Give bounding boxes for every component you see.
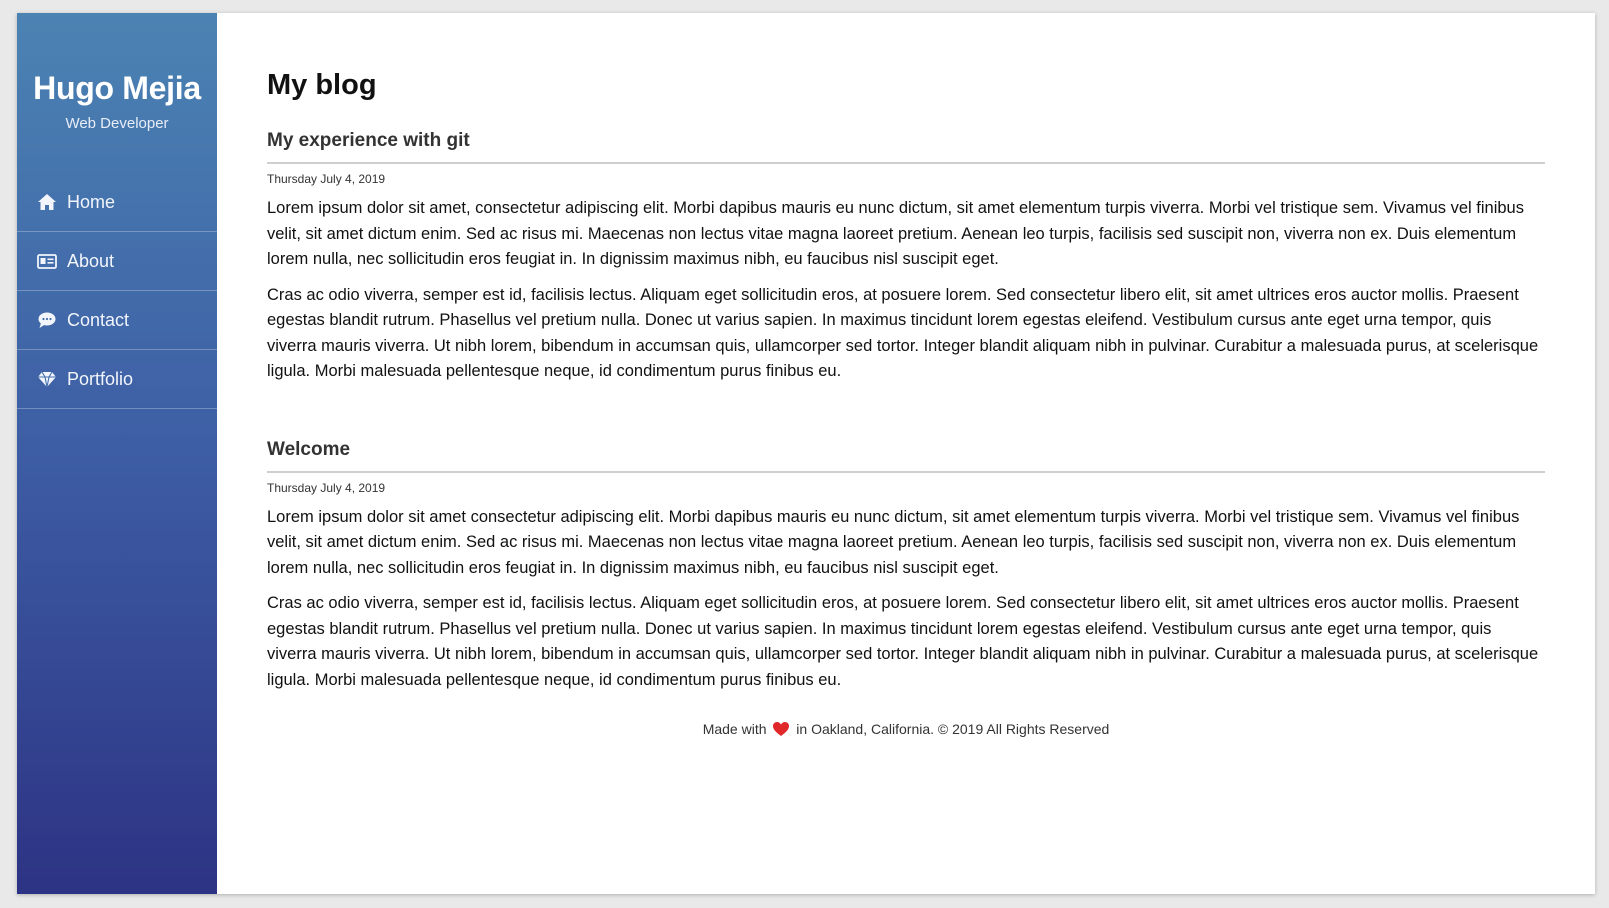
post-date: Thursday July 4, 2019 — [267, 172, 386, 186]
sidebar-item-label: About — [67, 250, 115, 271]
sidebar-item-home[interactable]: Home — [17, 173, 217, 232]
browser-window: Hugo Mejia Web Developer Home About Cont… — [17, 13, 1595, 894]
main-content: My blog My experience with git Thursday … — [217, 13, 1595, 894]
footer-text-before: Made with — [702, 721, 767, 737]
post-paragraph: Lorem ipsum dolor sit amet, consectetur … — [267, 199, 1524, 268]
sidebar-item-about[interactable]: About — [17, 232, 217, 291]
blog-post: Welcome Thursday July 4, 2019 Lorem ipsu… — [267, 439, 1545, 694]
sidebar-item-label: Portfolio — [67, 368, 134, 389]
site-owner-name[interactable]: Hugo Mejia — [17, 70, 217, 107]
footer-text-after: in Oakland, California. © 2019 All Right… — [796, 721, 1110, 737]
brand: Hugo Mejia Web Developer — [17, 13, 217, 173]
id-card-icon — [37, 252, 57, 270]
diamond-icon — [37, 370, 57, 388]
site-owner-subtitle: Web Developer — [65, 115, 169, 132]
post-title-link[interactable]: My experience with git — [267, 130, 1545, 164]
sidebar-item-contact[interactable]: Contact — [17, 291, 217, 350]
page-title: My blog — [267, 69, 377, 101]
post-title-link[interactable]: Welcome — [267, 439, 1545, 473]
sidebar-nav: Home About Contact Portfolio — [17, 173, 217, 409]
post-paragraph: Cras ac odio viverra, semper est id, fac… — [267, 285, 1539, 381]
home-icon — [37, 193, 57, 211]
comment-icon — [37, 311, 57, 329]
post-paragraph: Lorem ipsum dolor sit amet consectetur a… — [267, 507, 1520, 577]
heart-icon — [772, 721, 790, 740]
sidebar-item-label: Contact — [67, 309, 130, 330]
sidebar: Hugo Mejia Web Developer Home About Cont… — [17, 13, 217, 894]
blog-post: My experience with git Thursday July 4, … — [267, 130, 1545, 385]
post-date: Thursday July 4, 2019 — [267, 480, 386, 495]
sidebar-item-label: Home — [67, 191, 116, 212]
post-paragraph: Cras ac odio viverra, semper est id, fac… — [267, 594, 1539, 689]
footer: Made with in Oakland, California. © 2019… — [267, 721, 1545, 740]
sidebar-item-portfolio[interactable]: Portfolio — [17, 350, 217, 409]
